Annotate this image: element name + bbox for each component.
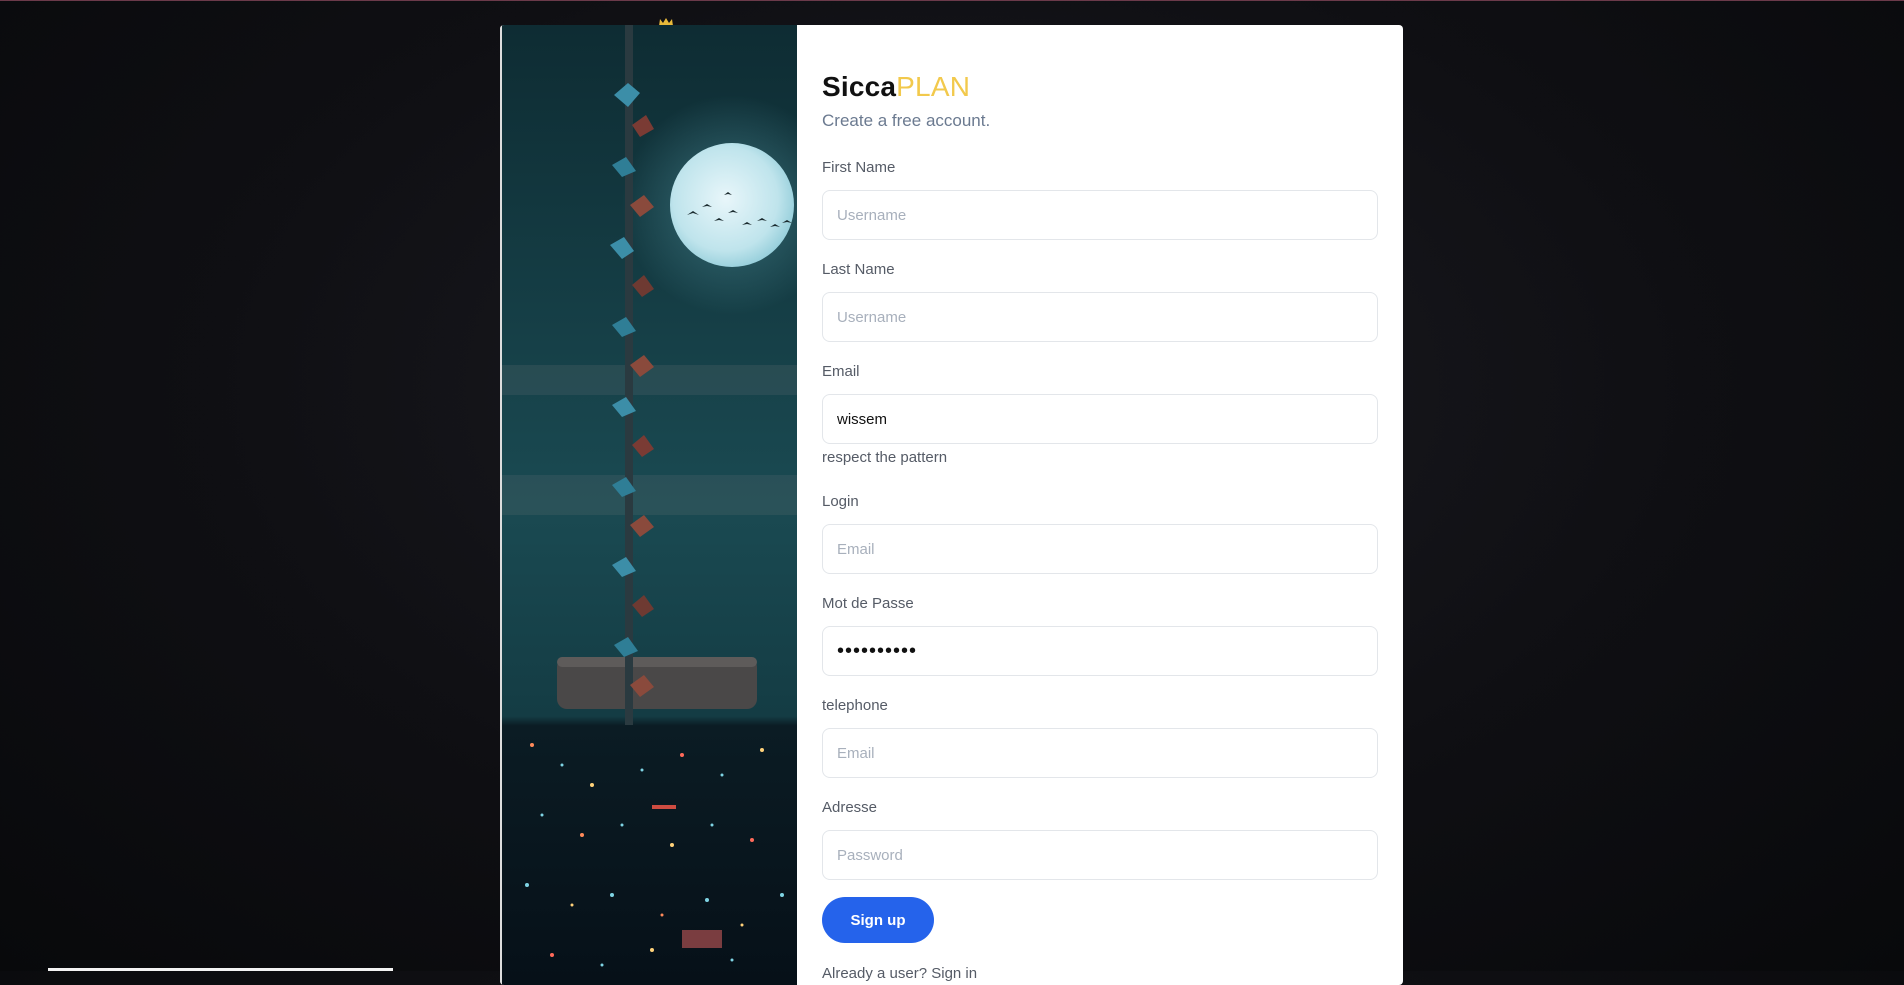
first-name-input[interactable] <box>822 190 1378 240</box>
email-validation-hint: respect the pattern <box>822 449 948 466</box>
decorative-illustration <box>500 25 797 985</box>
login-label: Login <box>822 493 859 510</box>
sign-in-prompt[interactable]: Already a user? Sign in <box>822 965 977 982</box>
telephone-input[interactable] <box>822 728 1378 778</box>
email-label: Email <box>822 363 860 380</box>
login-input[interactable] <box>822 524 1378 574</box>
signup-card: SiccaPLAN Create a free account. First N… <box>500 25 1403 985</box>
address-input[interactable] <box>822 830 1378 880</box>
email-input[interactable] <box>822 394 1378 444</box>
brand-logo: SiccaPLAN <box>822 71 971 102</box>
last-name-label: Last Name <box>822 261 895 278</box>
top-border-line <box>0 0 1904 1</box>
telephone-label: telephone <box>822 697 888 714</box>
sign-up-button[interactable]: Sign up <box>822 897 934 943</box>
first-name-label: First Name <box>822 159 896 176</box>
page-subtitle: Create a free account. <box>822 111 991 130</box>
password-input[interactable] <box>822 626 1378 676</box>
address-label: Adresse <box>822 799 878 816</box>
password-label: Mot de Passe <box>822 595 914 612</box>
last-name-input[interactable] <box>822 292 1378 342</box>
